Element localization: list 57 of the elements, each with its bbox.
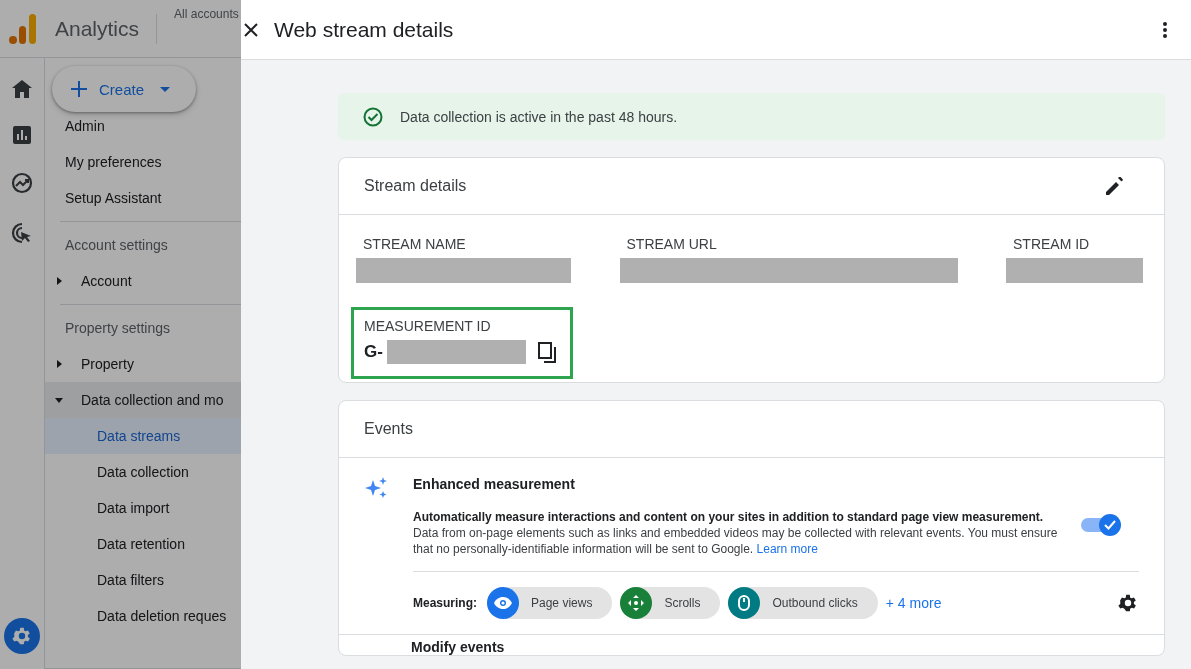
caret-down-icon [160,86,171,92]
status-message: Data collection is active in the past 48 hours. [400,108,678,125]
description-text: Data from on-page elements such as links and embedded videos may be collected with relevant events. You must ensure that no personally-identifiable information will be sent to Google. Learn more [413,525,1059,557]
bar-chart-icon[interactable] [13,126,31,144]
settings-icon[interactable] [1117,592,1139,614]
field-label: STREAM URL [625,236,718,252]
section-title: Enhanced measurement [413,476,576,492]
measurement-id-prefix: G- [364,342,383,362]
nav-item[interactable]: My preferences [45,144,241,180]
pencil-icon[interactable] [1106,177,1124,195]
measuring-label: Measuring: [413,596,477,610]
description-lead: Automatically measure interactions and content on your sites in addition to standard page view measurement. [413,509,1045,525]
home-icon[interactable] [12,80,32,98]
trend-circle-icon[interactable] [11,172,33,194]
sparkle-icon [364,476,388,500]
arrows-icon [628,595,645,611]
nav-item[interactable]: Data collection [45,454,241,490]
nav-item[interactable]: Setup Assistant [45,180,241,216]
section-heading: Account settings [64,236,169,255]
nav-item[interactable]: Data deletion reques [45,598,241,634]
measure-chip[interactable]: Scrolls [620,587,721,619]
check-circle-icon [363,106,383,127]
field-label: STREAM NAME [362,236,467,252]
check-icon [1104,520,1116,530]
card-title: Stream details [364,177,467,195]
nav-item[interactable]: Data filters [45,562,241,598]
more-link[interactable]: + 4 more [885,595,1109,611]
measure-chip[interactable]: Outbound clicks [728,587,878,619]
nav-item[interactable]: Data streams [45,418,241,454]
plus-icon [71,81,87,97]
mouse-icon [738,595,751,611]
account-picker[interactable]: All accounts [174,7,239,21]
analytics-logo-icon [9,13,36,44]
create-button[interactable]: Create [52,66,196,112]
nav-item[interactable]: Data import [45,490,241,526]
target-cursor-icon[interactable] [11,222,33,244]
section-heading: Property settings [64,319,172,338]
nav-group-label[interactable]: Account [81,263,132,299]
close-icon[interactable] [244,22,258,37]
card-title: Events [364,420,413,438]
field-label: MEASUREMENT ID [364,318,492,334]
row-title[interactable]: Modify events [339,634,1164,655]
caret-down-icon[interactable] [55,396,63,404]
measure-chip[interactable]: Page views [487,587,613,619]
nav-group-label[interactable]: Property [81,346,134,382]
toggle-switch[interactable] [1081,514,1121,536]
field-label: STREAM ID [1012,236,1091,252]
caret-right-icon[interactable] [55,277,63,285]
copy-icon[interactable] [537,341,556,363]
product-name: Analytics [55,16,140,41]
more-vert-icon[interactable] [1163,21,1167,38]
eye-icon [494,597,512,609]
settings-button[interactable] [4,618,40,654]
panel-title: Web stream details [274,17,455,42]
nav-item[interactable]: Data retention [45,526,241,562]
caret-right-icon[interactable] [55,360,63,368]
learn-more-link[interactable]: Learn more [756,542,818,556]
